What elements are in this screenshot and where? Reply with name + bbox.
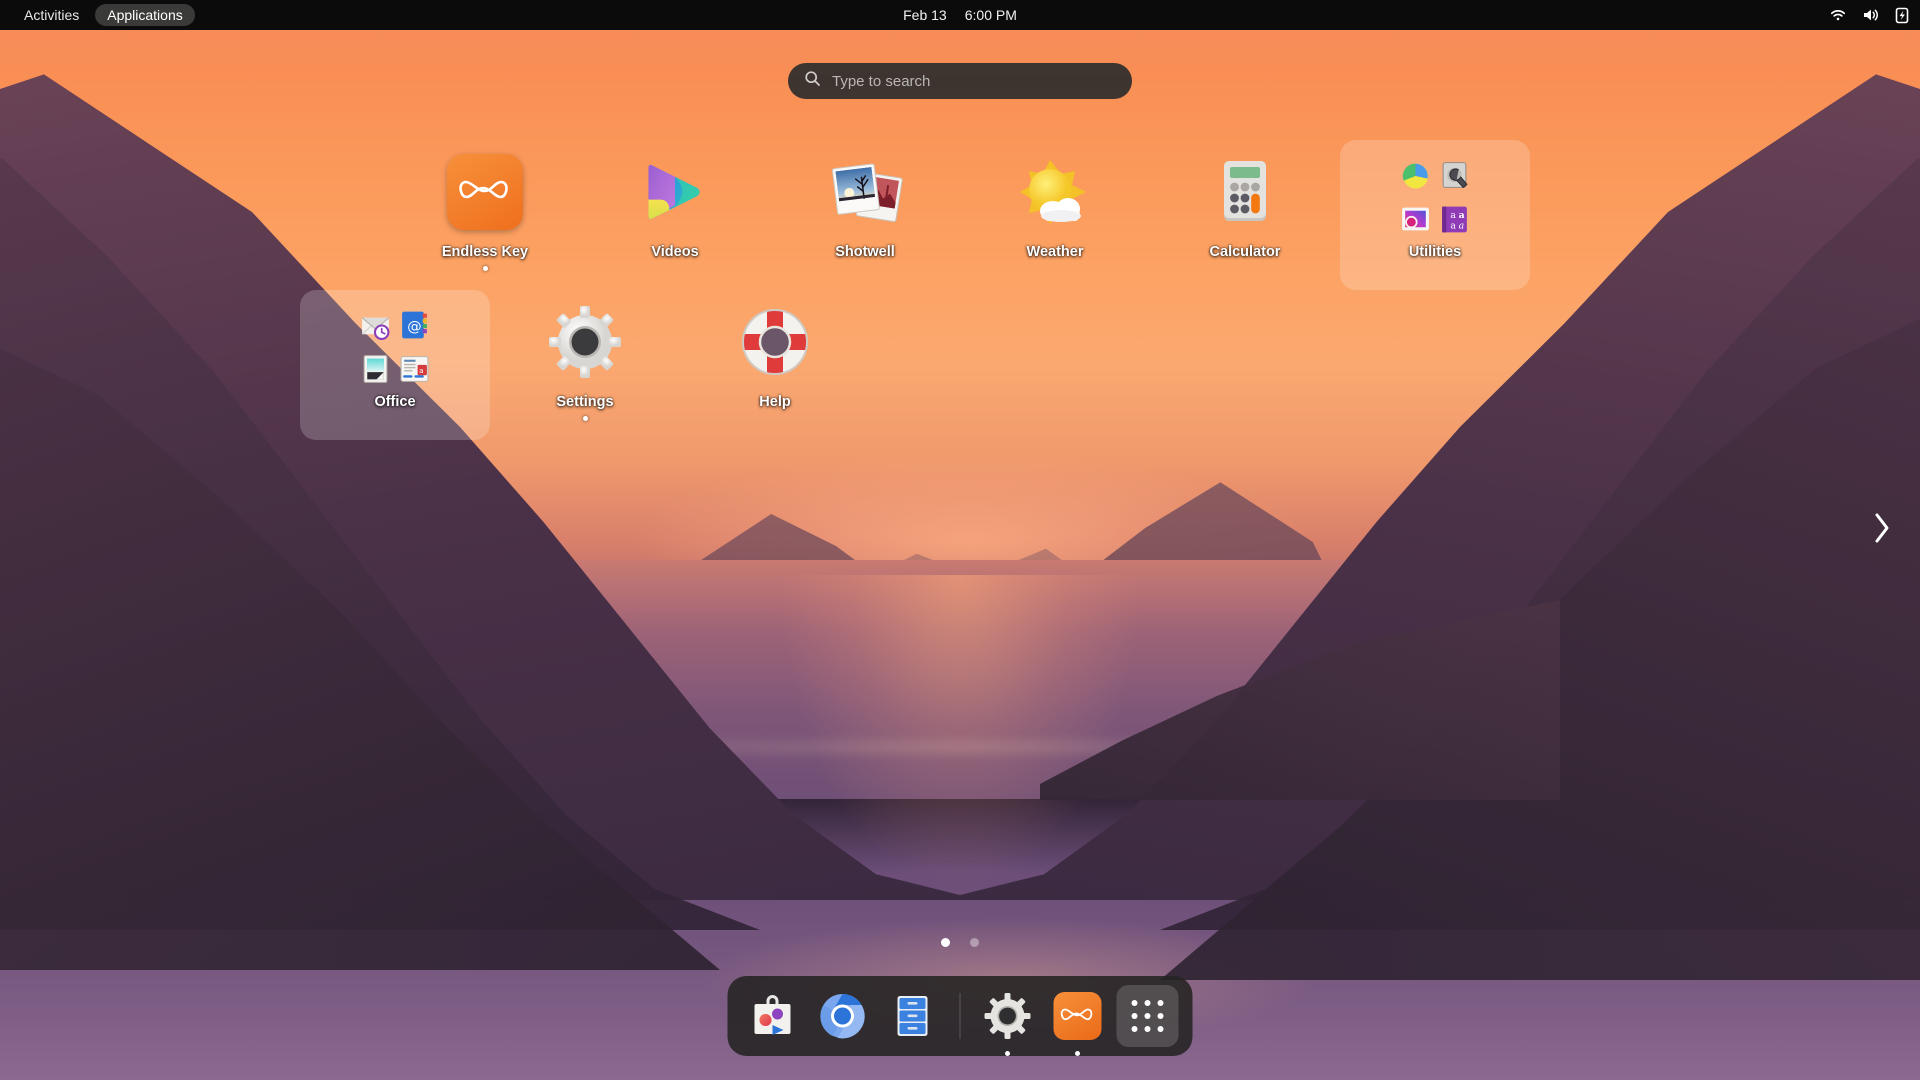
folder-utilities[interactable]: a a a a Utilities [1340,140,1530,290]
settings-icon [547,304,623,380]
app-help[interactable]: Help [680,290,870,440]
dock [727,976,1193,1056]
wifi-icon [1829,6,1847,24]
videos-icon [637,154,713,230]
dock-item-software[interactable] [742,985,804,1047]
svg-text:a: a [1459,220,1465,231]
applications-button[interactable]: Applications [95,4,195,26]
app-videos[interactable]: Videos [580,140,770,290]
app-label: Calculator [1209,244,1281,260]
app-shotwell[interactable]: Shotwell [770,140,960,290]
disks-icon [1438,156,1471,194]
app-label: Endless Key [441,244,529,260]
utilities-folder-icon: a a a a [1397,154,1473,233]
running-indicator [482,266,488,271]
clock-time: 6:00 PM [964,7,1017,23]
contacts-icon: @ [398,306,431,344]
battery-charging-icon [1894,6,1910,24]
top-bar-left: Activities Applications [0,4,195,26]
endless-key-icon [447,154,523,230]
app-label: Settings [556,394,614,410]
calculator-icon [1207,154,1283,230]
software-icon [749,992,797,1040]
app-settings[interactable]: Settings [490,290,680,440]
top-bar: Activities Applications Feb 13 6:00 PM [0,0,1920,30]
folder-office[interactable]: @ a Office [300,290,490,440]
app-grid-row-1: Endless Key Videos Shotwell Weather Calc… [0,140,1920,290]
help-icon [737,304,813,380]
system-status-area[interactable] [1829,6,1910,24]
shotwell-icon [827,154,903,230]
search-icon [804,70,821,92]
clock-menu[interactable]: Feb 13 6:00 PM [903,7,1017,23]
office-folder-icon: @ a [357,304,433,383]
chevron-right-icon [1871,510,1893,551]
clock-date: Feb 13 [903,7,947,23]
app-grid-row-2: @ a Office Settings Help [0,290,1920,440]
volume-icon [1861,6,1880,24]
dock-item-settings[interactable] [977,985,1039,1056]
page-dot-1[interactable] [941,938,950,947]
activities-button[interactable]: Activities [12,4,91,26]
folder-label: Office [374,394,416,410]
page-indicator [941,938,979,947]
dock-item-chromium[interactable] [812,985,874,1047]
endless-key-icon [1053,992,1102,1040]
app-label: Weather [1026,244,1084,260]
evolution-mail-icon [359,306,392,344]
disk-usage-analyzer-icon [1399,156,1432,194]
app-label: Help [759,394,791,410]
app-weather[interactable]: Weather [960,140,1150,290]
running-indicator [582,416,588,421]
settings-icon [984,992,1032,1040]
dictionary-icon: a a a a [1438,200,1471,238]
dock-item-endless-key[interactable] [1047,985,1109,1056]
app-label: Videos [651,244,699,260]
chromium-icon [819,992,867,1040]
next-page-button[interactable] [1860,498,1904,562]
search-placeholder: Type to search [832,72,931,90]
app-label: Shotwell [835,244,895,260]
dock-separator [959,993,961,1039]
page-dot-2[interactable] [970,938,979,947]
dock-item-files[interactable] [882,985,944,1047]
app-calculator[interactable]: Calculator [1150,140,1340,290]
document-viewer-icon: a [398,350,431,388]
folder-label: Utilities [1408,244,1462,260]
files-icon [889,992,937,1040]
show-applications-button[interactable] [1116,985,1179,1047]
running-indicator [1075,1051,1080,1056]
running-indicator [1005,1051,1010,1056]
weather-icon [1017,154,1093,230]
app-icon-grid: Endless Key Videos Shotwell Weather Calc… [0,140,1920,440]
document-scanner-icon [359,350,392,388]
app-grid-icon [1131,1000,1164,1032]
app-endless-key[interactable]: Endless Key [390,140,580,290]
svg-text:@: @ [407,319,421,335]
svg-text:a: a [1450,220,1456,231]
color-picker-icon [1399,200,1432,238]
search-input[interactable]: Type to search [788,63,1132,99]
svg-text:a: a [419,366,423,375]
